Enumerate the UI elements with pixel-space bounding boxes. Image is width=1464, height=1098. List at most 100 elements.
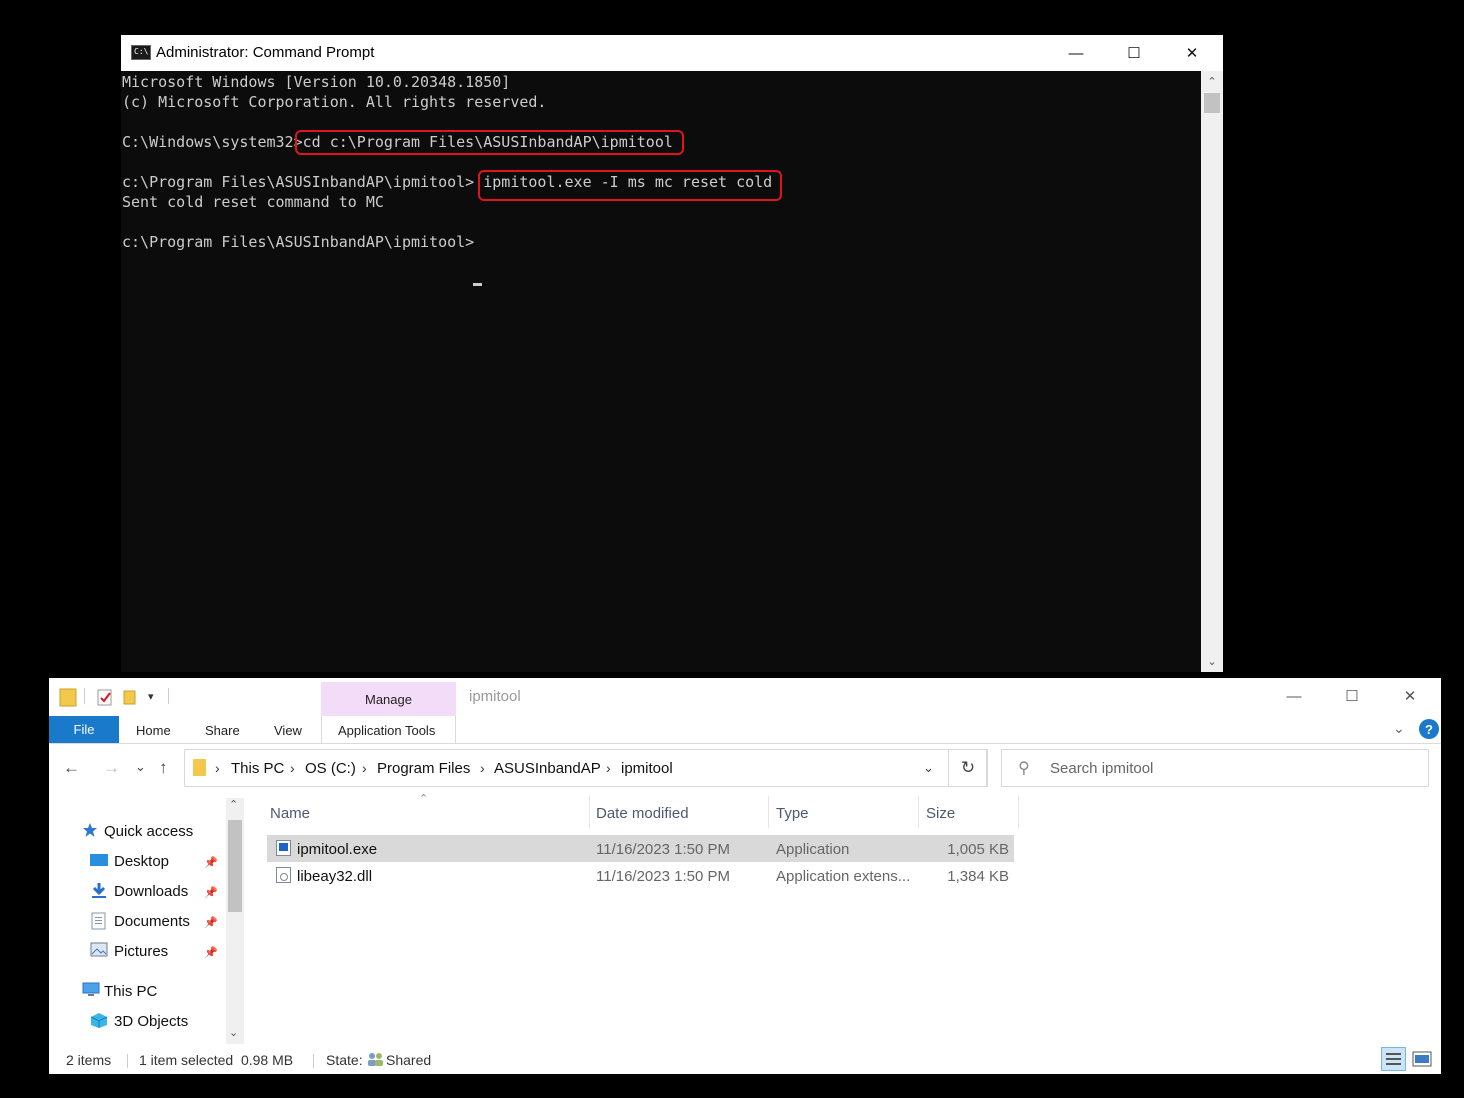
nav-scrollbar[interactable]: ⌃ ⌄ (226, 798, 244, 1044)
console-line: c:\Program Files\ASUSInbandAP\ipmitool> (122, 233, 475, 251)
highlight-reset-command (478, 170, 782, 201)
help-button[interactable]: ? (1419, 719, 1439, 739)
breadcrumb-ipmitool[interactable]: ipmitool (621, 760, 673, 777)
pin-icon: 📌 (204, 947, 218, 959)
nav-documents[interactable]: Documents (114, 913, 190, 930)
nav-3d-objects[interactable]: 3D Objects (114, 1013, 188, 1030)
pin-icon: 📌 (204, 857, 218, 869)
expand-ribbon-chevron-icon[interactable]: ⌄ (1393, 720, 1405, 737)
file-type: Application (776, 841, 850, 858)
close-button[interactable]: ✕ (1381, 678, 1439, 714)
nav-quick-access[interactable]: Quick access (104, 823, 193, 840)
column-header-date-modified[interactable]: Date modified (596, 805, 689, 822)
nav-downloads[interactable]: Downloads (114, 883, 188, 900)
tab-view[interactable]: View (274, 723, 302, 738)
recent-locations-chevron-icon[interactable]: ⌄ (135, 759, 146, 775)
explorer-title-bar[interactable]: ▾ Manage ipmitool — ☐ ✕ (49, 678, 1441, 716)
scroll-thumb[interactable] (1204, 93, 1220, 113)
back-arrow-icon[interactable]: ← (63, 758, 80, 778)
minimize-button[interactable]: — (1047, 35, 1105, 71)
address-bar-row: ← → ⌄ ↑ › This PC › OS (C:) › Program Fi… (49, 744, 1441, 792)
breadcrumb-separator[interactable]: › (290, 760, 295, 776)
table-row[interactable]: ipmitool.exe 11/16/2023 1:50 PM Applicat… (267, 835, 1014, 862)
ribbon-tabs: File Home Share View Application Tools ⌄… (49, 716, 1441, 744)
scroll-up-arrow-icon[interactable]: ⌃ (229, 798, 238, 811)
table-row[interactable]: libeay32.dll 11/16/2023 1:50 PM Applicat… (267, 862, 1014, 889)
address-bar[interactable]: › This PC › OS (C:) › Program Files › AS… (184, 749, 987, 787)
shared-users-icon (368, 1053, 383, 1066)
tab-home[interactable]: Home (136, 723, 171, 738)
column-header-name[interactable]: Name (270, 805, 310, 822)
file-name: libeay32.dll (297, 868, 373, 885)
console-line: Microsoft Windows [Version 10.0.20348.18… (122, 73, 511, 91)
folder-icon (59, 688, 77, 707)
minimize-button[interactable]: — (1265, 678, 1323, 714)
cube-3d-icon (90, 1013, 108, 1028)
file-size: 1,005 KB (947, 841, 1009, 858)
state-value: Shared (386, 1052, 432, 1068)
selection-info: 1 item selected 0.98 MB (139, 1052, 294, 1068)
search-input[interactable] (1050, 758, 1410, 778)
properties-icon[interactable] (97, 688, 113, 706)
file-date: 11/16/2023 1:50 PM (596, 868, 730, 885)
new-folder-icon[interactable] (123, 688, 137, 706)
breadcrumb-separator[interactable]: › (362, 760, 367, 776)
explorer-window-title: ipmitool (469, 688, 521, 705)
breadcrumb-asusinbandap[interactable]: ASUSInbandAP (494, 760, 601, 777)
refresh-button[interactable]: ↻ (948, 749, 988, 787)
file-explorer-window[interactable]: ▾ Manage ipmitool — ☐ ✕ File Home Share … (49, 678, 1441, 1074)
column-header-size[interactable]: Size (926, 805, 955, 822)
manage-tab-group: Manage (321, 682, 456, 716)
search-box[interactable]: ⚲ (1001, 749, 1429, 787)
breadcrumb-separator[interactable]: › (215, 760, 220, 776)
close-button[interactable]: ✕ (1163, 35, 1221, 71)
breadcrumb-separator[interactable]: › (606, 760, 611, 776)
breadcrumb-separator[interactable]: › (480, 760, 485, 776)
pin-icon: 📌 (204, 887, 218, 899)
details-view-icon[interactable] (1381, 1047, 1406, 1071)
console-line: (c) Microsoft Corporation. All rights re… (122, 93, 547, 111)
cmd-scrollbar[interactable]: ⌃ ⌄ (1201, 71, 1223, 672)
scroll-up-arrow-icon[interactable]: ⌃ (1201, 71, 1223, 91)
file-size: 1,384 KB (947, 868, 1009, 885)
nav-pictures[interactable]: Pictures (114, 943, 168, 960)
item-count: 2 items (66, 1052, 112, 1068)
nav-this-pc[interactable]: This PC (104, 983, 157, 1000)
highlight-cd-command (295, 130, 684, 155)
console-output[interactable]: Microsoft Windows [Version 10.0.20348.18… (121, 71, 1201, 672)
search-icon: ⚲ (1018, 760, 1030, 777)
file-name: ipmitool.exe (297, 841, 378, 858)
sort-ascending-icon: ⌃ (419, 793, 429, 805)
breadcrumb-os-c[interactable]: OS (C:) (305, 760, 356, 777)
pictures-icon (90, 942, 108, 957)
state-label: State: (326, 1052, 363, 1068)
command-prompt-window[interactable]: C:\ Administrator: Command Prompt — ☐ ✕ … (121, 35, 1223, 672)
tab-application-tools[interactable]: Application Tools (338, 723, 435, 738)
scroll-thumb[interactable] (228, 820, 242, 912)
file-list[interactable]: ⌃ Name Date modified Type Size ipmitool.… (267, 793, 1027, 1044)
customize-toolbar-icon[interactable]: ▾ (148, 690, 154, 703)
large-icons-view-icon[interactable] (1411, 1048, 1433, 1070)
column-header-type[interactable]: Type (776, 805, 809, 822)
navigation-pane: Quick access Desktop 📌 Downloads 📌 Docum… (49, 794, 245, 1044)
forward-arrow-icon[interactable]: → (103, 758, 120, 778)
maximize-button[interactable]: ☐ (1323, 678, 1381, 714)
breadcrumb-program-files[interactable]: Program Files (377, 760, 470, 777)
pin-icon: 📌 (204, 917, 218, 929)
tab-share[interactable]: Share (205, 723, 240, 738)
folder-icon (193, 759, 206, 776)
desktop-icon (90, 854, 108, 866)
file-date: 11/16/2023 1:50 PM (596, 841, 730, 858)
dll-icon (276, 867, 291, 883)
computer-icon (82, 982, 100, 996)
breadcrumb-this-pc[interactable]: This PC (231, 760, 284, 777)
nav-desktop[interactable]: Desktop (114, 853, 169, 870)
tab-file[interactable]: File (49, 716, 119, 743)
scroll-down-arrow-icon[interactable]: ⌄ (1201, 651, 1223, 671)
cmd-title-bar[interactable]: C:\ Administrator: Command Prompt — ☐ ✕ (121, 35, 1223, 71)
maximize-button[interactable]: ☐ (1105, 35, 1163, 71)
address-dropdown-chevron-icon[interactable]: ⌄ (923, 760, 934, 776)
up-arrow-icon[interactable]: ↑ (159, 758, 168, 778)
exe-icon (276, 840, 291, 856)
scroll-down-arrow-icon[interactable]: ⌄ (229, 1026, 238, 1039)
